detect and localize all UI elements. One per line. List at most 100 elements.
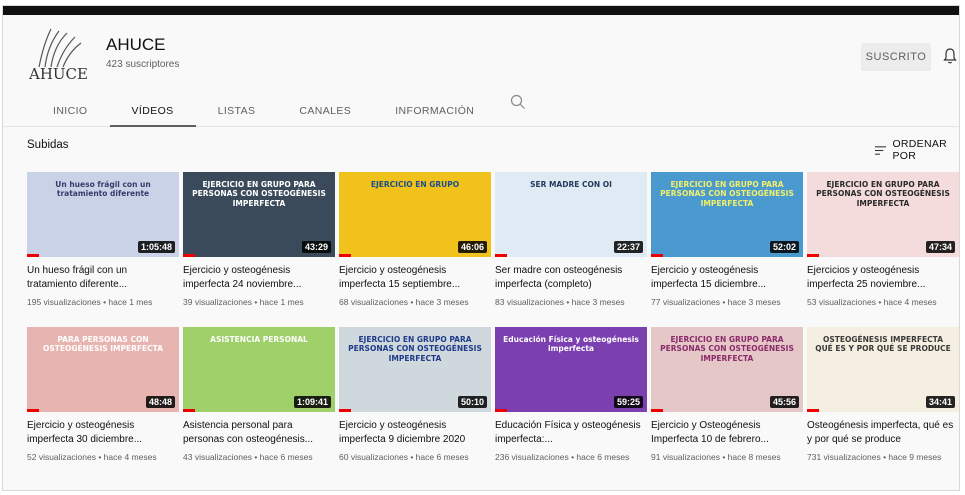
video-title[interactable]: Ejercicio y osteogénesis imperfecta 30 d… [27,419,179,447]
video-title[interactable]: Educación Física y osteogénesis imperfec… [495,419,647,447]
video-card[interactable]: EJERCICIO EN GRUPO PARA PERSONAS CON OST… [807,172,959,308]
video-card[interactable]: EJERCICIO EN GRUPO 46:06 Ejercicio y osteo… [339,172,491,308]
watch-progress-bar [807,409,820,412]
watch-progress-bar [27,254,40,257]
video-thumbnail[interactable]: SER MADRE CON OI 22:37 [495,172,647,257]
tab-canales[interactable]: CANALES [277,95,373,127]
watch-progress-bar [339,254,352,257]
video-title[interactable]: Ejercicio y osteogénesis imperfecta 15 d… [651,264,803,292]
tab-videos[interactable]: VÍDEOS [109,95,196,127]
thumbnail-text: PARA PERSONAS CON OSTEOGÉNESIS IMPERFECT… [42,335,163,354]
video-meta: 91 visualizaciones • hace 8 meses [651,452,781,462]
thumbnail-text: EJERCICIO EN GRUPO PARA PERSONAS CON OST… [348,335,482,363]
video-thumbnail[interactable]: EJERCICIO EN GRUPO PARA PERSONAS CON OST… [651,327,803,412]
video-duration: 48:48 [145,396,175,408]
thumbnail-text: EJERCICIO EN GRUPO PARA PERSONAS CON OST… [192,180,326,208]
thumbnail-text: OSTEOGÉNESIS IMPERFECTA QUÉ ES Y POR QUÉ… [815,335,951,354]
video-meta: 236 visualizaciones • hace 6 meses [495,452,630,462]
video-thumbnail[interactable]: EJERCICIO EN GRUPO PARA PERSONAS CON OST… [339,327,491,412]
video-title[interactable]: Ejercicio y osteogénesis imperfecta 24 n… [183,264,335,292]
video-meta: 39 visualizaciones • hace 1 mes [183,297,304,307]
video-thumbnail[interactable]: Educación Física y osteogénesis imperfec… [495,327,647,412]
video-meta: 195 visualizaciones • hace 1 mes [27,297,153,307]
thumbnail-text: EJERCICIO EN GRUPO [370,180,460,189]
video-title[interactable]: Ejercicio y Osteogénesis Imperfecta 10 d… [651,419,803,447]
watch-progress-bar [651,254,664,257]
video-meta: 731 visualizaciones • hace 9 meses [807,452,942,462]
svg-text:AHUCE: AHUCE [29,65,88,81]
subscribe-button[interactable]: SUSCRITO [861,43,931,71]
sort-button[interactable]: ORDENAR POR [875,138,959,162]
video-title[interactable]: Un hueso frágil con un tratamiento difer… [27,264,179,292]
tab-inicio[interactable]: INICIO [31,95,110,127]
video-thumbnail[interactable]: OSTEOGÉNESIS IMPERFECTA QUÉ ES Y POR QUÉ… [807,327,959,412]
thumbnail-text: EJERCICIO EN GRUPO PARA PERSONAS CON OST… [660,335,794,363]
tab-listas[interactable]: LISTAS [196,95,278,127]
watch-progress-bar [807,254,820,257]
video-duration: 50:10 [457,396,487,408]
video-card[interactable]: ASISTENCIA PERSONAL 1:09:41 Asistencia per… [183,327,335,463]
channel-logo[interactable]: AHUCE [29,27,93,81]
section-title: Subidas [27,139,69,151]
sort-label: ORDENAR POR [892,138,948,162]
tab-informacion[interactable]: INFORMACIÓN [373,95,496,127]
video-duration: 22:37 [613,241,643,253]
video-duration: 43:29 [301,241,331,253]
video-title[interactable]: Ejercicio y osteogénesis imperfecta 15 s… [339,264,491,292]
video-card[interactable]: EJERCICIO EN GRUPO PARA PERSONAS CON OST… [651,327,803,463]
thumbnail-text: Educación Física y osteogénesis imperfec… [503,335,639,354]
video-card[interactable]: SER MADRE CON OI 22:37 Ser madre con osteo… [495,172,647,308]
thumbnail-text: ASISTENCIA PERSONAL [210,335,308,344]
video-meta: 53 visualizaciones • hace 4 meses [807,297,937,307]
video-card[interactable]: EJERCICIO EN GRUPO PARA PERSONAS CON OST… [339,327,491,463]
watch-progress-bar [495,254,508,257]
video-thumbnail[interactable]: EJERCICIO EN GRUPO PARA PERSONAS CON OST… [651,172,803,257]
thumbnail-text: SER MADRE CON OI [530,180,612,189]
thumbnail-text: EJERCICIO EN GRUPO PARA PERSONAS CON OST… [660,180,794,208]
video-card[interactable]: OSTEOGÉNESIS IMPERFECTA QUÉ ES Y POR QUÉ… [807,327,959,463]
video-thumbnail[interactable]: EJERCICIO EN GRUPO 46:06 [339,172,491,257]
video-card[interactable]: Un hueso frágil con un tratamiento difer… [27,172,179,308]
video-title[interactable]: Asistencia personal para personas con os… [183,419,335,447]
uploads-header: Subidas ORDENAR POR [3,127,959,167]
video-thumbnail[interactable]: PARA PERSONAS CON OSTEOGÉNESIS IMPERFECT… [27,327,179,412]
video-card[interactable]: PARA PERSONAS CON OSTEOGÉNESIS IMPERFECT… [27,327,179,463]
video-card[interactable]: EJERCICIO EN GRUPO PARA PERSONAS CON OST… [183,172,335,308]
video-thumbnail[interactable]: Un hueso frágil con un tratamiento difer… [27,172,179,257]
bell-icon[interactable] [942,47,958,65]
video-thumbnail[interactable]: EJERCICIO EN GRUPO PARA PERSONAS CON OST… [807,172,959,257]
video-card[interactable]: Educación Física y osteogénesis imperfec… [495,327,647,463]
watch-progress-bar [183,409,196,412]
video-duration: 52:02 [769,241,799,253]
video-grid: Un hueso frágil con un tratamiento difer… [3,167,959,490]
video-meta: 68 visualizaciones • hace 3 meses [339,297,469,307]
watch-progress-bar [183,254,196,257]
video-card[interactable]: EJERCICIO EN GRUPO PARA PERSONAS CON OST… [651,172,803,308]
video-title[interactable]: Osteogénesis imperfecta, qué es y por qu… [807,419,959,447]
video-duration: 34:41 [925,396,955,408]
video-duration: 1:09:41 [293,396,331,408]
video-meta: 52 visualizaciones • hace 4 meses [27,452,157,462]
watch-progress-bar [651,409,664,412]
thumbnail-text: Un hueso frágil con un tratamiento difer… [55,180,151,199]
watch-progress-bar [495,409,508,412]
window-top-bar [3,6,959,15]
video-meta: 60 visualizaciones • hace 6 meses [339,452,469,462]
subscriber-count: 423 suscriptores [106,59,180,70]
search-icon[interactable] [509,93,527,111]
video-duration: 59:25 [613,396,643,408]
video-title[interactable]: Ser madre con osteogénesis imperfecta (c… [495,264,647,292]
channel-page: AHUCE AHUCE 423 suscriptores SUSCRITO IN… [2,5,960,491]
video-meta: 43 visualizaciones • hace 6 meses [183,452,313,462]
video-title[interactable]: Ejercicio y osteogénesis imperfecta 9 di… [339,419,491,447]
sort-icon [875,145,887,155]
video-duration: 47:34 [925,241,955,253]
video-thumbnail[interactable]: EJERCICIO EN GRUPO PARA PERSONAS CON OST… [183,172,335,257]
video-duration: 1:05:48 [137,241,175,253]
channel-tabs: INICIO VÍDEOS LISTAS CANALES INFORMACIÓN [31,95,496,127]
video-duration: 45:56 [769,396,799,408]
channel-header: AHUCE AHUCE 423 suscriptores SUSCRITO IN… [3,15,959,127]
video-title[interactable]: Ejercicios y osteogénesis imperfecta 25 … [807,264,959,292]
video-thumbnail[interactable]: ASISTENCIA PERSONAL 1:09:41 [183,327,335,412]
channel-name: AHUCE [106,35,166,54]
